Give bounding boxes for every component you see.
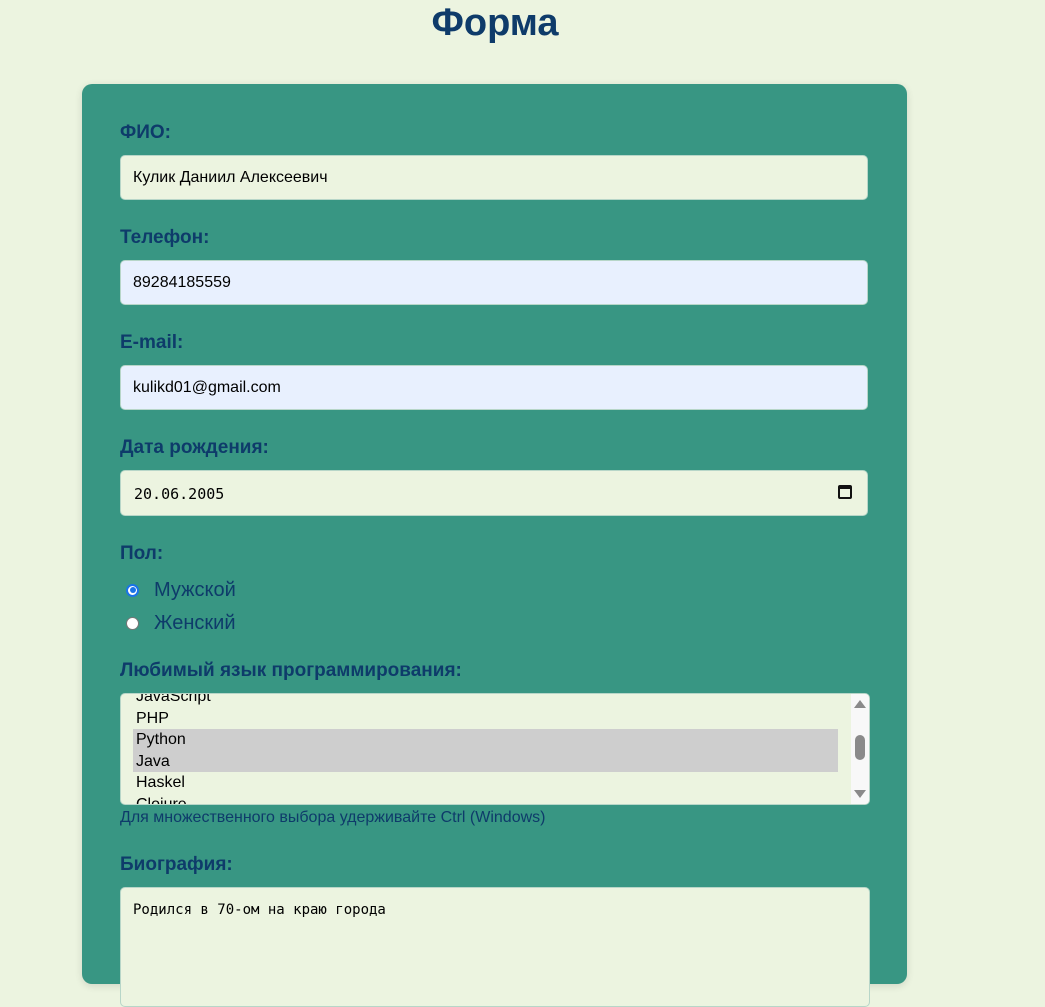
language-option[interactable]: PHP <box>133 708 838 730</box>
bio-textarea[interactable]: Родился в 70-ом на краю города <box>120 887 870 1007</box>
phone-input[interactable] <box>120 260 868 305</box>
form-card: ФИО: Телефон: E-mail: Дата рождения: 20.… <box>82 84 907 1007</box>
language-option[interactable]: Python <box>133 729 838 751</box>
radio-female[interactable] <box>126 616 139 630</box>
bio-label: Биография: <box>120 854 233 875</box>
calendar-icon[interactable] <box>838 485 852 499</box>
fio-label: ФИО: <box>120 122 171 143</box>
fio-input[interactable] <box>120 155 868 200</box>
phone-label: Телефон: <box>120 227 210 248</box>
email-label: E-mail: <box>120 332 184 353</box>
language-option[interactable]: Haskel <box>133 772 838 794</box>
gender-label: Пол: <box>120 543 164 564</box>
email-input[interactable] <box>120 365 868 410</box>
radio-male[interactable] <box>126 583 139 597</box>
language-label: Любимый язык программирования: <box>120 660 462 681</box>
radio-female-label: Женский <box>154 611 236 634</box>
page-title: Форма <box>431 2 559 44</box>
language-option[interactable]: Clojure <box>133 794 838 805</box>
gender-option-male[interactable]: Мужской <box>126 578 236 602</box>
language-option[interactable]: JavaScript <box>133 694 838 708</box>
birthdate-value: 20.06.2005 <box>134 485 225 503</box>
birthdate-label: Дата рождения: <box>120 437 269 458</box>
scroll-thumb[interactable] <box>855 735 865 760</box>
radio-male-label: Мужской <box>154 578 236 601</box>
language-scrollbar[interactable] <box>851 694 869 804</box>
scroll-down-arrow-icon[interactable] <box>854 790 866 798</box>
bio-value: Родился в 70-ом на краю города <box>133 902 386 918</box>
scroll-up-arrow-icon[interactable] <box>854 700 866 708</box>
gender-option-female[interactable]: Женский <box>126 611 235 635</box>
birthdate-input[interactable]: 20.06.2005 <box>120 470 868 516</box>
language-hint: Для множественного выбора удерживайте Ct… <box>120 809 546 826</box>
language-select[interactable]: JavaScript PHP Python Java Haskel Clojur… <box>120 693 870 805</box>
language-options: JavaScript PHP Python Java Haskel Clojur… <box>133 694 838 805</box>
language-option[interactable]: Java <box>133 750 838 772</box>
